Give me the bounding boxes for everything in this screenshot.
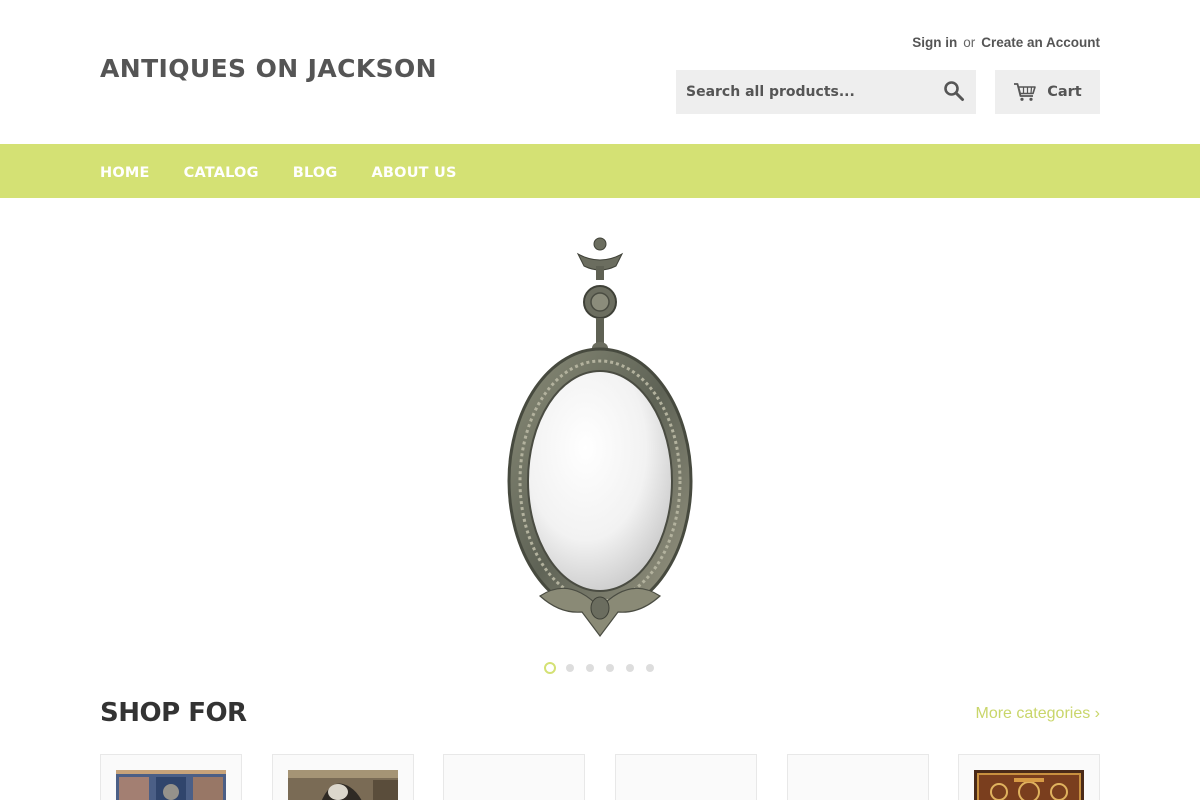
category-card-6[interactable] (958, 754, 1100, 800)
category-card-1[interactable] (100, 754, 242, 800)
slide-image-mirror[interactable] (500, 236, 700, 642)
nav-item-home[interactable]: HOME (100, 165, 150, 181)
category-grid (100, 754, 1100, 800)
hero-slideshow (0, 198, 1200, 688)
slide-dot-2[interactable] (564, 662, 576, 674)
slideshow-pagination (0, 662, 1200, 674)
more-categories-link[interactable]: More categories › (976, 705, 1101, 723)
nav-item-blog[interactable]: BLOG (293, 165, 338, 181)
nav-item-about-us[interactable]: ABOUT US (372, 165, 457, 181)
site-title-link[interactable]: ANTIQUES ON JACKSON (100, 54, 437, 83)
search-input[interactable] (676, 70, 926, 114)
category-card-5[interactable] (787, 754, 929, 800)
sign-in-link[interactable]: Sign in (912, 35, 957, 50)
category-card-2[interactable] (272, 754, 414, 800)
create-account-link[interactable]: Create an Account (981, 35, 1100, 50)
nav-item-catalog[interactable]: CATALOG (184, 165, 259, 181)
mirror-image (507, 237, 693, 637)
category-card-4[interactable] (615, 754, 757, 800)
or-separator: or (963, 35, 976, 50)
slide-dot-3[interactable] (584, 662, 596, 674)
site-header: ANTIQUES ON JACKSON Sign in or Create an A… (0, 0, 1200, 144)
account-links: Sign in or Create an Account (912, 35, 1100, 50)
search-form (676, 70, 976, 114)
slide-dot-1[interactable] (544, 662, 556, 674)
category-thumb-tiles (116, 770, 226, 800)
cart-button[interactable]: Cart (995, 70, 1100, 114)
category-card-3[interactable] (443, 754, 585, 800)
cart-icon (1014, 83, 1037, 101)
category-thumb-painting (288, 770, 398, 800)
slide-dot-4[interactable] (604, 662, 616, 674)
search-icon (944, 81, 964, 101)
slide-dot-5[interactable] (624, 662, 636, 674)
cart-label: Cart (1047, 84, 1082, 100)
category-thumb-carved-box (974, 770, 1084, 800)
main-nav: HOME CATALOG BLOG ABOUT US (0, 144, 1200, 198)
search-button[interactable] (942, 80, 966, 104)
shop-for-heading: SHOP FOR (100, 698, 247, 728)
slide-dot-6[interactable] (644, 662, 656, 674)
